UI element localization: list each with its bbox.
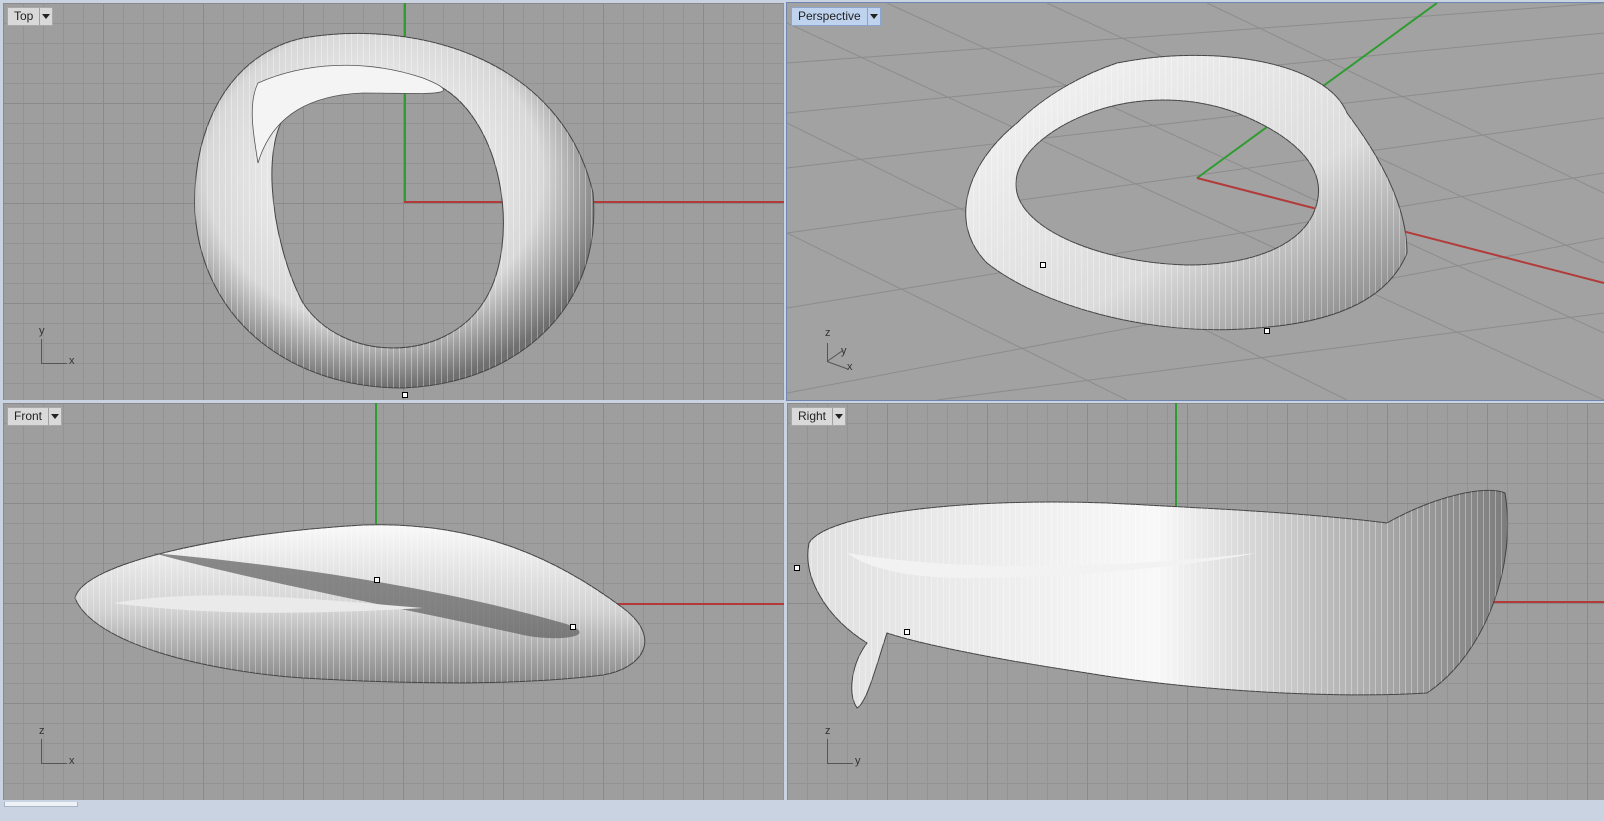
triad-label-y: y	[855, 755, 861, 767]
triad-label-x: x	[69, 355, 75, 367]
control-point[interactable]	[904, 629, 910, 635]
mobius-ring-perspective-view[interactable]	[787, 3, 1604, 400]
viewport-menu-arrow-icon[interactable]	[866, 8, 880, 25]
control-point[interactable]	[402, 392, 408, 398]
top-viewport[interactable]: Top y x	[3, 3, 784, 400]
front-viewport-tab[interactable]: Front	[7, 407, 63, 426]
viewport-title: Perspective	[798, 9, 861, 23]
mobius-ring-front-view[interactable]	[3, 403, 784, 800]
right-viewport[interactable]: Right z y	[787, 403, 1604, 800]
viewport-tab-stub[interactable]	[4, 802, 78, 807]
triad-label-z: z	[825, 327, 831, 339]
viewport-title: Front	[14, 409, 43, 423]
viewport-title: Top	[14, 9, 34, 23]
viewport-title: Right	[798, 409, 827, 423]
axis-triad: z x	[37, 725, 97, 779]
mobius-ring-top-view[interactable]	[3, 3, 784, 400]
viewport-tabs-bar	[0, 802, 1604, 821]
triad-label-z: z	[39, 725, 45, 737]
top-viewport-tab[interactable]: Top	[7, 7, 54, 26]
triad-label-x: x	[69, 755, 75, 767]
perspective-viewport[interactable]: Perspective z y x	[786, 2, 1604, 401]
axis-triad: y x	[37, 325, 97, 379]
viewport-menu-arrow-icon[interactable]	[48, 408, 61, 425]
front-viewport[interactable]: Front z x	[3, 403, 784, 800]
control-point[interactable]	[570, 624, 576, 630]
perspective-viewport-tab[interactable]: Perspective	[791, 7, 881, 26]
triad-label-y: y	[39, 325, 45, 337]
viewport-menu-arrow-icon[interactable]	[832, 408, 845, 425]
control-point[interactable]	[1040, 262, 1046, 268]
control-point[interactable]	[1264, 328, 1270, 334]
control-point[interactable]	[794, 565, 800, 571]
right-viewport-tab[interactable]: Right	[791, 407, 847, 426]
viewport-menu-arrow-icon[interactable]	[39, 8, 52, 25]
axis-triad: z y x	[823, 327, 883, 381]
control-point[interactable]	[374, 577, 380, 583]
triad-label-x: x	[847, 361, 853, 373]
axis-triad: z y	[823, 725, 883, 779]
mobius-ring-right-view[interactable]	[787, 403, 1604, 800]
triad-label-z: z	[825, 725, 831, 737]
